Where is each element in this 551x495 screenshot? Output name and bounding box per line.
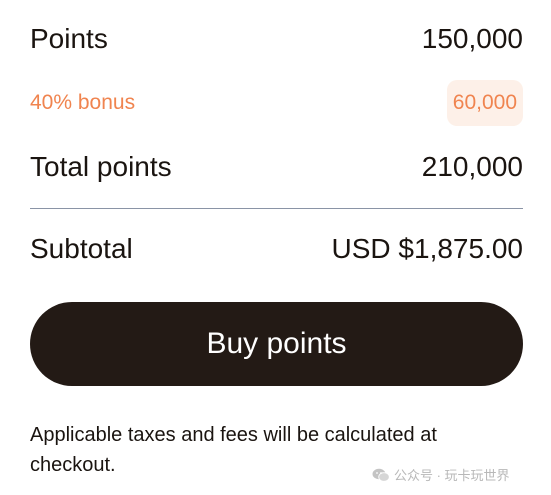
- total-points-value: 210,000: [421, 151, 523, 182]
- bonus-value-badge: 60,000: [446, 80, 523, 126]
- points-label: Points: [30, 23, 108, 54]
- buy-points-button[interactable]: Buy points: [30, 302, 523, 386]
- subtotal-label: Subtotal: [30, 233, 133, 264]
- watermark-text: 公众号 · 玩卡玩世界: [394, 468, 510, 483]
- divider: [30, 208, 523, 209]
- bonus-row: 40% bonus 60,000: [30, 80, 523, 126]
- total-points-label: Total points: [30, 151, 172, 182]
- subtotal-value: USD $1,875.00: [331, 233, 523, 264]
- watermark: 公众号 · 玩卡玩世界: [372, 465, 510, 484]
- points-value: 150,000: [421, 23, 523, 54]
- bonus-label: 40% bonus: [30, 91, 136, 114]
- subtotal-row: Subtotal USD $1,875.00: [30, 229, 523, 269]
- points-row: Points 150,000: [30, 20, 523, 58]
- total-points-row: Total points 210,000: [30, 148, 523, 186]
- wechat-icon: [372, 468, 390, 482]
